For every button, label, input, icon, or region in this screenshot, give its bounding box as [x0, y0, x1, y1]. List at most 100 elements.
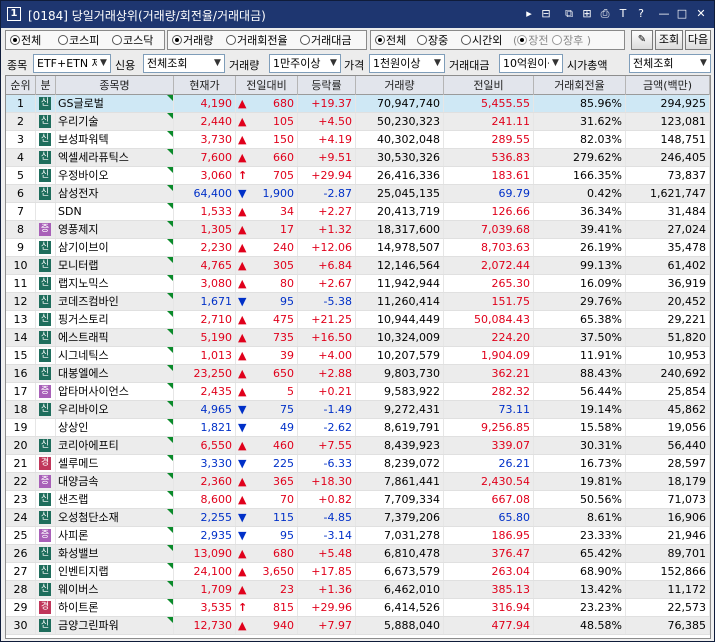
stock-name[interactable]: 핑거스토리	[58, 313, 109, 326]
table-row[interactable]: 30 신 금양그린파워 12,730 ▲ 940 +7.97 5,888,040 477.94 4…	[6, 617, 710, 635]
volume-select[interactable]: 1만주이상 ▼	[269, 54, 341, 73]
stock-name[interactable]: 상상인	[58, 421, 88, 434]
stock-name[interactable]: 삼성전자	[58, 187, 98, 200]
split-icon[interactable]: ⊞	[579, 6, 595, 22]
table-row[interactable]: 18 신 우리바이오 4,965 ▼ 75 -1.49 9,272,431 73.11 19.14…	[6, 401, 710, 419]
amount-select[interactable]: 10억원이상 ▼	[499, 54, 563, 73]
table-row[interactable]: 15 신 시그네틱스 1,013 ▲ 39 +4.00 10,207,579 1,904.09 1…	[6, 347, 710, 365]
table-row[interactable]: 12 신 코데즈컴바인 1,671 ▼ 95 -5.38 11,260,414 151.75 29…	[6, 293, 710, 311]
stock-name[interactable]: 샌즈랩	[58, 493, 88, 506]
table-row[interactable]: 9 신 삼기이브이 2,230 ▲ 240 +12.06 14,978,507 8,703.63…	[6, 239, 710, 257]
stock-name[interactable]: 셀루메드	[58, 457, 98, 470]
market-option-kospi[interactable]: 코스피	[58, 34, 99, 48]
stock-name[interactable]: 랩지노믹스	[58, 277, 109, 290]
stock-name[interactable]: 시그네틱스	[58, 349, 109, 362]
stock-name[interactable]: 코데즈컴바인	[58, 295, 119, 308]
stock-name[interactable]: 우정바이오	[58, 169, 109, 182]
sub-session-post[interactable]: 장후	[563, 34, 583, 47]
table-row[interactable]: 13 신 핑거스토리 2,710 ▲ 475 +21.25 10,944,449 50,084.…	[6, 311, 710, 329]
credit-select[interactable]: 전체조회 ▼	[143, 54, 225, 73]
session-option-all[interactable]: 전체	[375, 34, 406, 48]
stock-name[interactable]: 우리기술	[58, 115, 98, 128]
table-row[interactable]: 28 신 웨이버스 1,709 ▲ 23 +1.36 6,462,010 385.13 13.42…	[6, 581, 710, 599]
stock-name[interactable]: GS글로벌	[58, 97, 104, 110]
header-amount[interactable]: 금액(백만)	[626, 76, 710, 95]
stock-name[interactable]: 코리아에프티	[58, 439, 119, 452]
header-name[interactable]: 종목명	[56, 76, 174, 95]
sort-option-volume[interactable]: 거래량	[172, 34, 213, 48]
table-row[interactable]: 17 증 압타머사이언스 2,435 ▲ 5 +0.21 9,583,922 282.32 56.…	[6, 383, 710, 401]
table-row[interactable]: 2 신 우리기술 2,440 ▲ 105 +4.50 50,230,323 241.11 31.6…	[6, 113, 710, 131]
table-row[interactable]: 14 신 에스트래픽 5,190 ▲ 735 +16.50 10,324,009 224.20 3…	[6, 329, 710, 347]
stock-name[interactable]: 압타머사이언스	[58, 385, 129, 398]
stock-name[interactable]: 에스트래픽	[58, 331, 109, 344]
link-icon[interactable]: ⧉	[561, 6, 577, 22]
header-rate[interactable]: 등락률	[298, 76, 356, 95]
sort-option-amount[interactable]: 거래대금	[300, 34, 351, 48]
market-option-all[interactable]: 전체	[10, 34, 41, 48]
query-button[interactable]: 조회	[655, 30, 683, 50]
minimize-icon[interactable]: —	[656, 6, 672, 22]
table-row[interactable]: 27 신 인벤티지랩 24,100 ▲ 3,650 +17.85 6,673,579 263.0…	[6, 563, 710, 581]
font-size-icon[interactable]: T	[615, 6, 631, 22]
table-row[interactable]: 22 증 대양금속 2,360 ▲ 365 +18.30 7,861,441 2,430.54 1…	[6, 473, 710, 491]
table-row[interactable]: 10 신 모니터랩 4,765 ▲ 305 +6.84 12,146,564 2,072.44 9…	[6, 257, 710, 275]
stock-name[interactable]: SDN	[58, 205, 82, 218]
table-row[interactable]: 19 상상인 1,821 ▼ 49 -2.62 8,619,791 9,256.85 15.58…	[6, 419, 710, 437]
dropdown-icon[interactable]: ▸	[521, 6, 537, 22]
session-option-regular[interactable]: 장중	[417, 34, 448, 48]
stock-name[interactable]: 대봉엘에스	[58, 367, 109, 380]
help-icon[interactable]: ?	[633, 6, 649, 22]
print-icon[interactable]: ⎙	[597, 6, 613, 22]
table-row[interactable]: 4 신 엑셀세라퓨틱스 7,600 ▲ 660 +9.51 30,530,326 536.83 2…	[6, 149, 710, 167]
stock-name[interactable]: 우리바이오	[58, 403, 109, 416]
stock-name[interactable]: 사피론	[58, 529, 88, 542]
stock-select[interactable]: ETF+ETN 제 ▼	[33, 54, 111, 73]
table-row[interactable]: 23 신 샌즈랩 8,600 ▲ 70 +0.82 7,709,334 667.08 50.56%…	[6, 491, 710, 509]
table-row[interactable]: 1 신 GS글로벌 4,190 ▲ 680 +19.37 70,947,740 5,455.55…	[6, 95, 710, 113]
maximize-icon[interactable]: □	[674, 6, 690, 22]
header-type[interactable]: 분	[36, 76, 56, 95]
table-row[interactable]: 16 신 대봉엘에스 23,250 ▲ 650 +2.88 9,803,730 362.21 88…	[6, 365, 710, 383]
table-row[interactable]: 29 경 하이트론 3,535 ↑ 815 +29.96 6,414,526 316.94 23.…	[6, 599, 710, 617]
table-row[interactable]: 3 신 보성파워텍 3,730 ▲ 150 +4.19 40,302,048 289.55 82.…	[6, 131, 710, 149]
header-turnover[interactable]: 거래회전율	[534, 76, 626, 95]
stock-name[interactable]: 금양그린파워	[58, 619, 119, 632]
stock-name[interactable]: 하이트론	[58, 601, 98, 614]
header-prev[interactable]: 전일비	[444, 76, 534, 95]
stock-name[interactable]: 삼기이브이	[58, 241, 109, 254]
table-row[interactable]: 26 신 화성밸브 13,090 ▲ 680 +5.48 6,810,478 376.47 65.…	[6, 545, 710, 563]
table-row[interactable]: 21 경 셀루메드 3,330 ▼ 225 -6.33 8,239,072 26.21 16.73…	[6, 455, 710, 473]
memo-icon[interactable]: ⊟	[538, 6, 554, 22]
stock-name[interactable]: 영풍제지	[58, 223, 98, 236]
stock-name[interactable]: 화성밸브	[58, 547, 98, 560]
stock-name[interactable]: 웨이버스	[58, 583, 98, 596]
table-row[interactable]: 5 신 우정바이오 3,060 ↑ 705 +29.94 26,416,336 183.61 16…	[6, 167, 710, 185]
cap-select[interactable]: 전체조회 ▼	[629, 54, 711, 73]
table-row[interactable]: 7 SDN 1,533 ▲ 34 +2.27 20,413,719 126.66 36.34% 3…	[6, 203, 710, 221]
header-change[interactable]: 전일대비	[236, 76, 298, 95]
next-button[interactable]: 다음	[685, 30, 711, 50]
session-option-after-hours[interactable]: 시간외	[461, 34, 502, 48]
stock-name[interactable]: 보성파워텍	[58, 133, 109, 146]
sort-option-turnover[interactable]: 거래회전율	[226, 34, 288, 48]
table-row[interactable]: 25 증 사피론 2,935 ▼ 95 -3.14 7,031,278 186.95 23.33%…	[6, 527, 710, 545]
settings-button[interactable]: ✎	[631, 30, 653, 50]
table-row[interactable]: 20 신 코리아에프티 6,550 ▲ 460 +7.55 8,439,923 339.07 30…	[6, 437, 710, 455]
table-row[interactable]: 6 신 삼성전자 64,400 ▼ 1,900 -2.87 25,045,135 69.79 0.…	[6, 185, 710, 203]
stock-name[interactable]: 모니터랩	[58, 259, 98, 272]
stock-name[interactable]: 엑셀세라퓨틱스	[58, 151, 129, 164]
close-icon[interactable]: ✕	[693, 6, 709, 22]
table-row[interactable]: 24 신 오성첨단소재 2,255 ▼ 115 -4.85 7,379,206 65.80 8.6…	[6, 509, 710, 527]
header-rank[interactable]: 순위	[6, 76, 36, 95]
table-row[interactable]: 11 신 랩지노믹스 3,080 ▲ 80 +2.67 11,942,944 265.30 16.…	[6, 275, 710, 293]
stock-name[interactable]: 인벤티지랩	[58, 565, 109, 578]
sub-session-pre[interactable]: 장전	[528, 34, 548, 47]
header-volume[interactable]: 거래량	[356, 76, 444, 95]
header-price[interactable]: 현재가	[174, 76, 236, 95]
stock-name[interactable]: 오성첨단소재	[58, 511, 119, 524]
table-row[interactable]: 8 증 영풍제지 1,305 ▲ 17 +1.32 18,317,600 7,039.68 39.…	[6, 221, 710, 239]
price-select[interactable]: 1천원이상 ▼	[369, 54, 445, 73]
market-option-kosdaq[interactable]: 코스닥	[112, 34, 153, 48]
stock-name[interactable]: 대양금속	[58, 475, 98, 488]
